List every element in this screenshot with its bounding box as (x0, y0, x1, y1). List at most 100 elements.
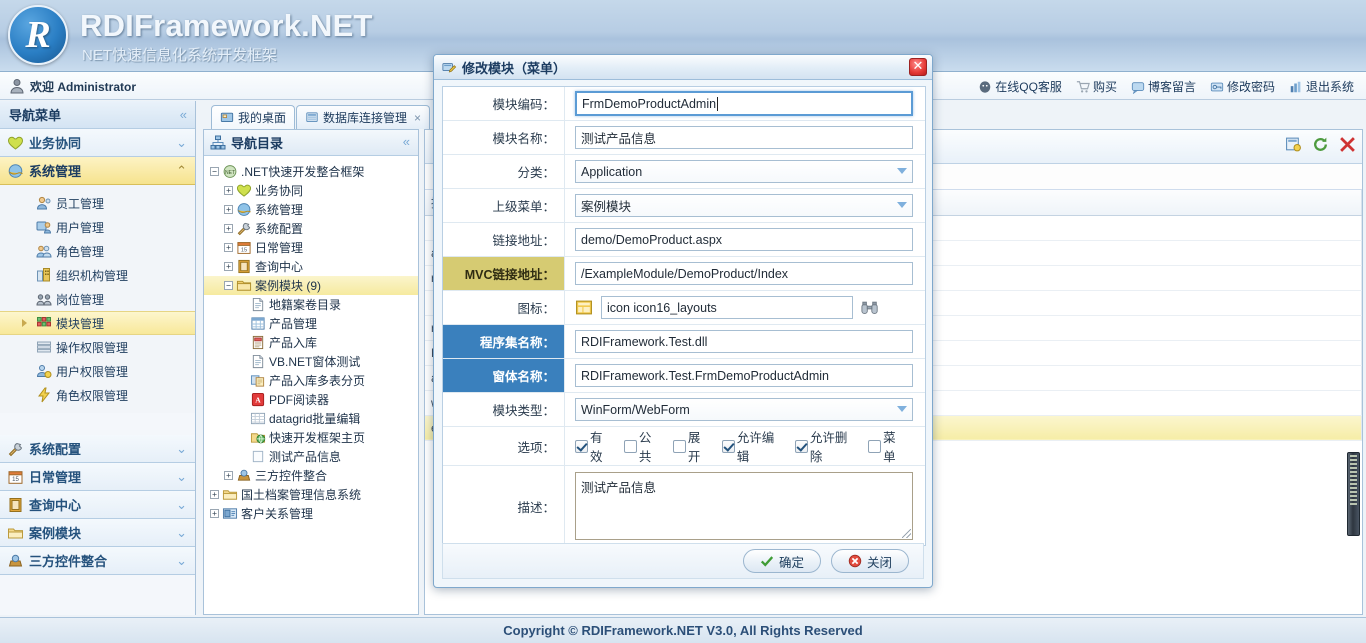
chevron-double-down-icon[interactable]: ⌄ (176, 469, 187, 485)
tree-node[interactable]: datagrid批量编辑 (204, 409, 418, 428)
tree-node[interactable]: + 业务协同 (204, 181, 418, 200)
topnav-qq-service[interactable]: 在线QQ客服 (972, 76, 1068, 97)
chevron-double-down-icon[interactable]: ⌄ (176, 135, 187, 151)
module-code-input[interactable]: FrmDemoProductAdmin (575, 91, 913, 116)
export-icon[interactable] (1285, 136, 1302, 153)
expand-icon[interactable]: + (210, 509, 219, 518)
tree-node[interactable]: + 系统配置 (204, 219, 418, 238)
option-公共[interactable]: 公共 (623, 427, 663, 465)
assembly-name-value: RDIFramework.Test.dll (581, 334, 708, 349)
tree-node[interactable]: + 客户关系管理 (204, 504, 418, 523)
tree-node[interactable]: 快速开发框架主页 (204, 428, 418, 447)
ok-button[interactable]: 确定 (743, 549, 821, 573)
tree-node[interactable]: 地籍案卷目录 (204, 295, 418, 314)
checkbox[interactable] (721, 439, 735, 453)
checkbox[interactable] (868, 439, 882, 453)
refresh-icon[interactable] (1312, 136, 1329, 153)
sidebar-item-user-mgmt[interactable]: 用户管理 (0, 215, 195, 239)
sidebar-section-sysmgr[interactable]: 系统管理 ⌃ (0, 157, 195, 185)
topnav-change-password[interactable]: 修改密码 (1204, 76, 1281, 97)
description-textarea[interactable]: 测试产品信息 (575, 472, 913, 540)
collapse-icon[interactable]: − (224, 281, 233, 290)
sidebar-item-user-permission[interactable]: 用户权限管理 (0, 359, 195, 383)
left-sidebar: 导航菜单 « 业务协同 ⌄ 系统管理 ⌃ 员工管理 用户管理 角色管理 组织机构… (0, 101, 196, 615)
expand-icon[interactable]: + (224, 243, 233, 252)
sidebar-section-sysconfig[interactable]: 系统配置 ⌄ (0, 435, 195, 463)
checkbox[interactable] (672, 439, 686, 453)
category-select[interactable]: Application (575, 160, 913, 183)
expand-icon[interactable]: + (224, 471, 233, 480)
expand-icon[interactable]: + (224, 186, 233, 195)
topnav-logout[interactable]: 退出系统 (1283, 76, 1360, 97)
chevron-double-left-icon[interactable]: « (180, 107, 187, 122)
chevron-double-down-icon[interactable]: ⌄ (176, 497, 187, 513)
tree-node[interactable]: − 案例模块 (9) (204, 276, 418, 295)
parent-menu-select[interactable]: 案例模块 (575, 194, 913, 217)
dialog-title-bar[interactable]: 修改模块（菜单） ✕ (434, 55, 932, 80)
sidebar-item-position[interactable]: 岗位管理 (0, 287, 195, 311)
sidebar-section-collab[interactable]: 业务协同 ⌄ (0, 129, 195, 157)
option-有效[interactable]: 有效 (575, 427, 614, 465)
expand-icon[interactable]: + (224, 205, 233, 214)
mvc-url-input[interactable]: /ExampleModule/DemoProduct/Index (575, 262, 913, 285)
sidebar-item-permission[interactable]: 操作权限管理 (0, 335, 195, 359)
sidebar-item-role[interactable]: 角色管理 (0, 239, 195, 263)
expand-icon[interactable]: + (210, 490, 219, 499)
close-button[interactable]: 关闭 (831, 549, 909, 573)
option-菜单[interactable]: 菜单 (868, 427, 907, 465)
tree-node[interactable]: 产品入库 (204, 333, 418, 352)
chevron-double-left-icon[interactable]: « (403, 134, 410, 149)
sidebar-section-cases[interactable]: 案例模块 ⌄ (0, 519, 195, 547)
tree-node[interactable]: + 国土档案管理信息系统 (204, 485, 418, 504)
option-允许编辑[interactable]: 允许编辑 (721, 427, 785, 465)
chevron-double-up-icon[interactable]: ⌃ (176, 163, 187, 179)
topnav-buy[interactable]: 购买 (1070, 76, 1123, 97)
tab-database-connection[interactable]: 数据库连接管理 × (296, 105, 431, 129)
sidebar-item-role-permission[interactable]: 角色权限管理 (0, 383, 195, 407)
tree-node[interactable]: VB.NET窗体测试 (204, 352, 418, 371)
tree-node[interactable]: 产品入库多表分页 (204, 371, 418, 390)
close-icon[interactable]: ✕ (909, 58, 927, 76)
tree-node[interactable]: + 系统管理 (204, 200, 418, 219)
sidebar-item-employee[interactable]: 员工管理 (0, 191, 195, 215)
sidebar-item-module[interactable]: 模块管理 (0, 311, 195, 335)
chevron-double-down-icon[interactable]: ⌄ (176, 553, 187, 569)
vertical-scrollbar[interactable] (1347, 452, 1360, 536)
assembly-name-input[interactable]: RDIFramework.Test.dll (575, 330, 913, 353)
table-cell-filler (895, 415, 1362, 441)
tree-node[interactable]: + 查询中心 (204, 257, 418, 276)
tree-node[interactable]: + 三方控件整合 (204, 466, 418, 485)
expand-icon[interactable]: + (224, 262, 233, 271)
module-type-select[interactable]: WinForm/WebForm (575, 398, 913, 421)
close-icon[interactable]: × (414, 111, 421, 125)
link-url-input[interactable]: demo/DemoProduct.aspx (575, 228, 913, 251)
option-允许删除[interactable]: 允许删除 (794, 427, 858, 465)
tree-node[interactable]: 产品管理 (204, 314, 418, 333)
form-name-input[interactable]: RDIFramework.Test.FrmDemoProductAdmin (575, 364, 913, 387)
resize-grip-icon[interactable] (902, 529, 911, 538)
option-label: 菜单 (883, 431, 896, 464)
chevron-double-down-icon[interactable]: ⌄ (176, 441, 187, 457)
sidebar-section-daily[interactable]: 15 日常管理 ⌄ (0, 463, 195, 491)
tab-my-desktop[interactable]: 我的桌面 (211, 105, 296, 129)
chevron-double-down-icon[interactable]: ⌄ (176, 525, 187, 541)
tree-node-label: datagrid批量编辑 (269, 412, 361, 426)
collapse-icon[interactable]: − (210, 167, 219, 176)
checkbox[interactable] (575, 439, 588, 453)
sidebar-item-org[interactable]: 组织机构管理 (0, 263, 195, 287)
tree-node[interactable]: +15 日常管理 (204, 238, 418, 257)
tree-node[interactable]: − NET .NET快速开发整合框架 (204, 162, 418, 181)
tree-node[interactable]: A PDF阅读器 (204, 390, 418, 409)
module-name-input[interactable]: 测试产品信息 (575, 126, 913, 149)
topnav-blog[interactable]: 博客留言 (1125, 76, 1202, 97)
icon-class-input[interactable]: icon icon16_layouts (601, 296, 853, 319)
delete-icon[interactable] (1339, 136, 1356, 153)
sidebar-section-query[interactable]: 查询中心 ⌄ (0, 491, 195, 519)
option-展开[interactable]: 展开 (672, 427, 712, 465)
tree-node[interactable]: 测试产品信息 (204, 447, 418, 466)
checkbox[interactable] (794, 439, 808, 453)
expand-icon[interactable]: + (224, 224, 233, 233)
binoculars-icon[interactable] (861, 300, 879, 316)
sidebar-section-thirdparty[interactable]: 三方控件整合 ⌄ (0, 547, 195, 575)
checkbox[interactable] (623, 439, 637, 453)
